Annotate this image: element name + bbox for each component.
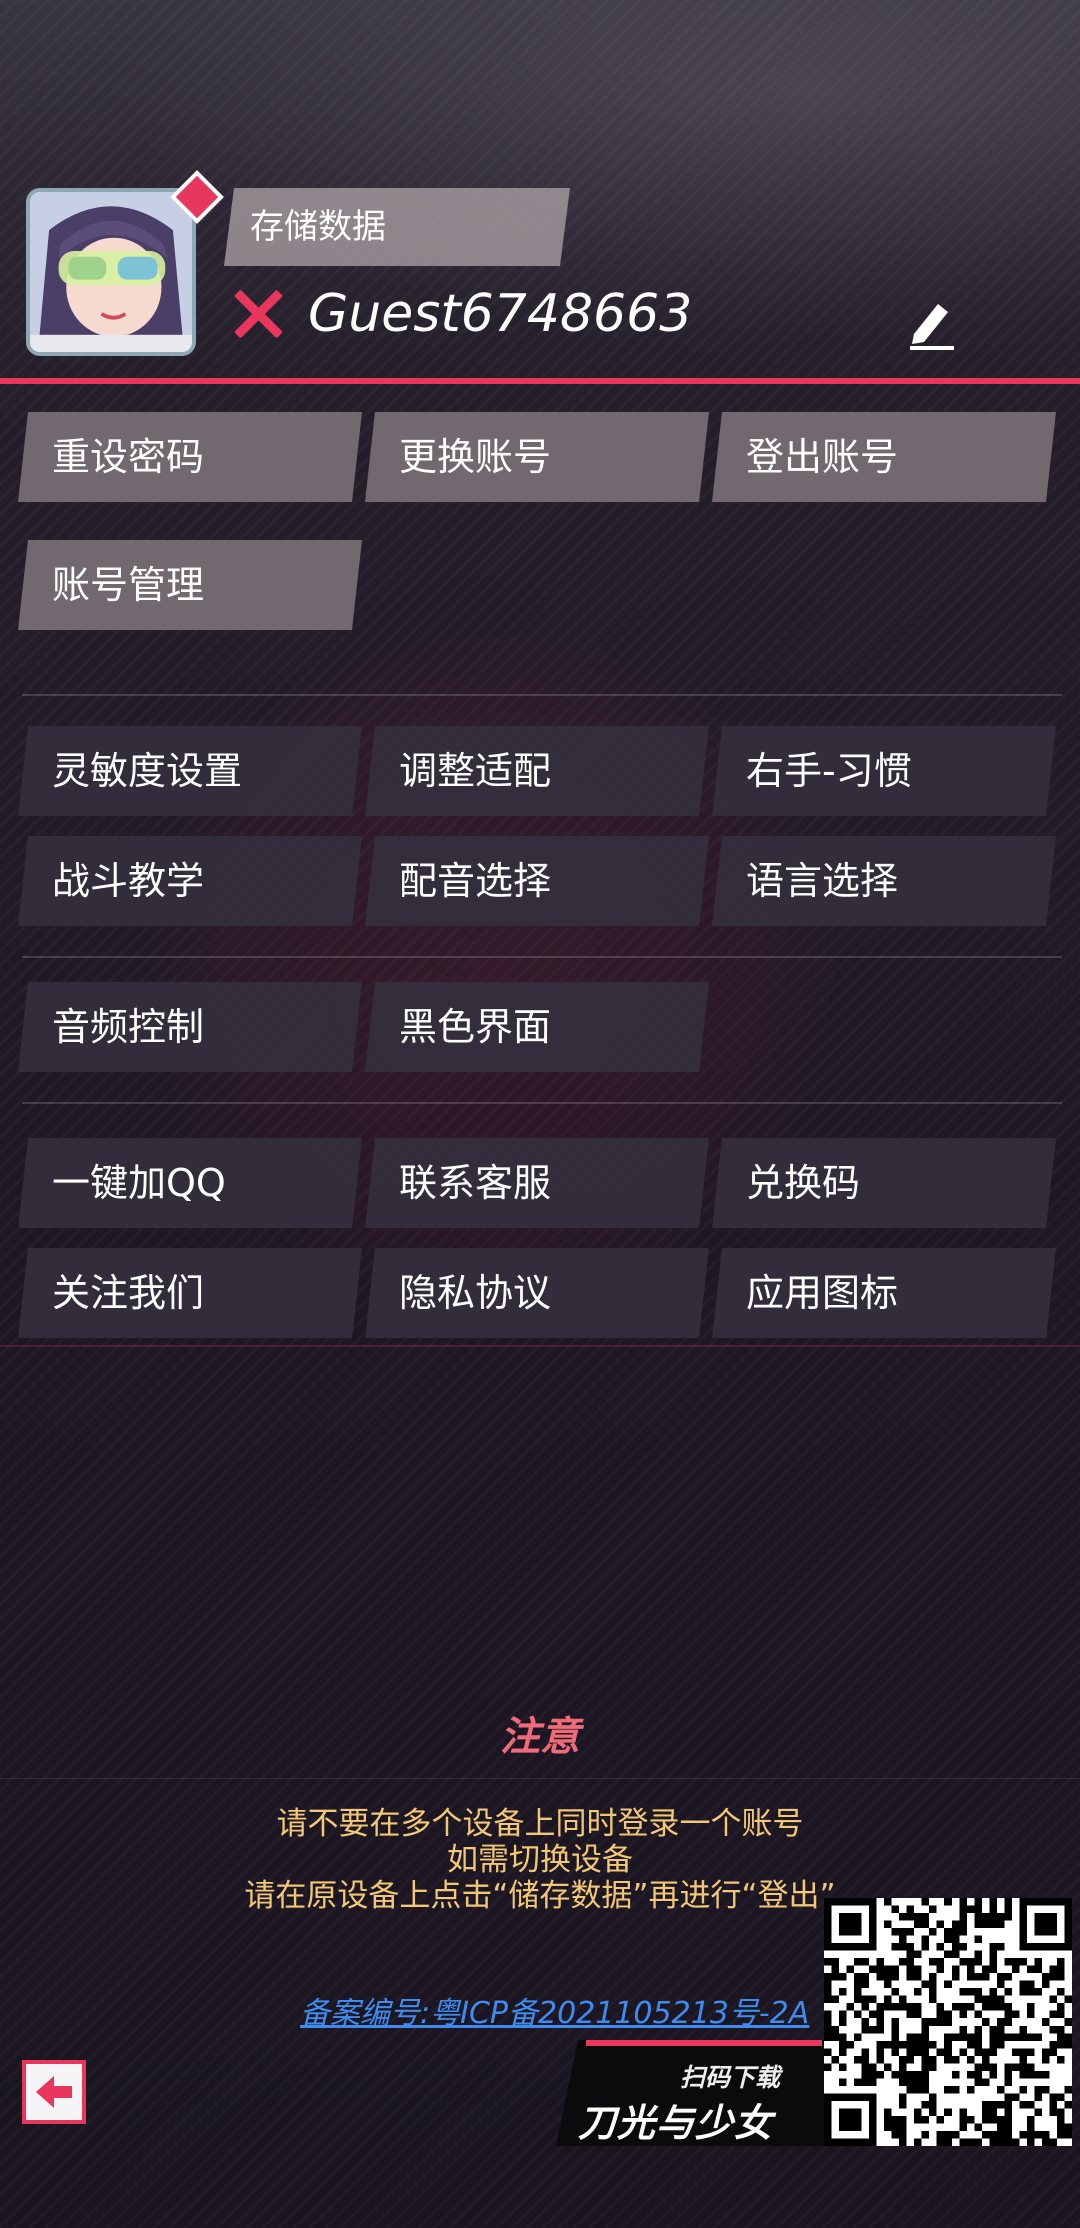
close-icon xyxy=(230,286,286,342)
back-arrow-icon xyxy=(36,2076,72,2108)
section-divider xyxy=(22,1102,1062,1104)
qr-code xyxy=(824,1898,1072,2146)
background-accent-line xyxy=(0,1345,1080,1347)
save-data-button[interactable]: 存储数据 xyxy=(224,188,570,266)
sensitivity-settings-button[interactable]: 灵敏度设置 xyxy=(18,726,362,816)
redeem-code-button[interactable]: 兑换码 xyxy=(712,1138,1056,1228)
voice-selection-button[interactable]: 配音选择 xyxy=(365,836,709,926)
promo-game-title: 刀光与少女 xyxy=(578,2101,774,2145)
contact-support-button[interactable]: 联系客服 xyxy=(365,1138,709,1228)
character-avatar-icon xyxy=(30,192,192,352)
logout-button[interactable]: 登出账号 xyxy=(712,412,1056,502)
header-accent-line xyxy=(0,378,1080,384)
app-icon-button[interactable]: 应用图标 xyxy=(712,1248,1056,1338)
promo-scan-label: 扫码下载 xyxy=(680,2063,781,2092)
switch-account-button[interactable]: 更换账号 xyxy=(365,412,709,502)
promo-accent-bar xyxy=(586,2040,822,2046)
follow-us-button[interactable]: 关注我们 xyxy=(18,1248,362,1338)
adjust-layout-button[interactable]: 调整适配 xyxy=(365,726,709,816)
privacy-policy-button[interactable]: 隐私协议 xyxy=(365,1248,709,1338)
right-hand-habit-button[interactable]: 右手-习惯 xyxy=(712,726,1056,816)
join-qq-button[interactable]: 一键加QQ xyxy=(18,1138,362,1228)
dark-interface-button[interactable]: 黑色界面 xyxy=(365,982,709,1072)
background-divider-line xyxy=(0,1778,1080,1779)
reset-password-button[interactable]: 重设密码 xyxy=(18,412,362,502)
notice-title: 注意 xyxy=(500,1714,580,1760)
icp-filing-link[interactable]: 备案编号:粤ICP备2021105213号-2A xyxy=(300,1988,809,2032)
audio-control-button[interactable]: 音频控制 xyxy=(18,982,362,1072)
account-management-button[interactable]: 账号管理 xyxy=(18,540,362,630)
combat-tutorial-button[interactable]: 战斗教学 xyxy=(18,836,362,926)
back-button[interactable] xyxy=(22,2060,86,2124)
username: Guest6748663 xyxy=(308,284,693,344)
pencil-icon[interactable] xyxy=(904,296,958,350)
section-divider xyxy=(22,956,1062,958)
section-divider xyxy=(22,694,1062,696)
language-selection-button[interactable]: 语言选择 xyxy=(712,836,1056,926)
avatar[interactable] xyxy=(26,188,196,356)
